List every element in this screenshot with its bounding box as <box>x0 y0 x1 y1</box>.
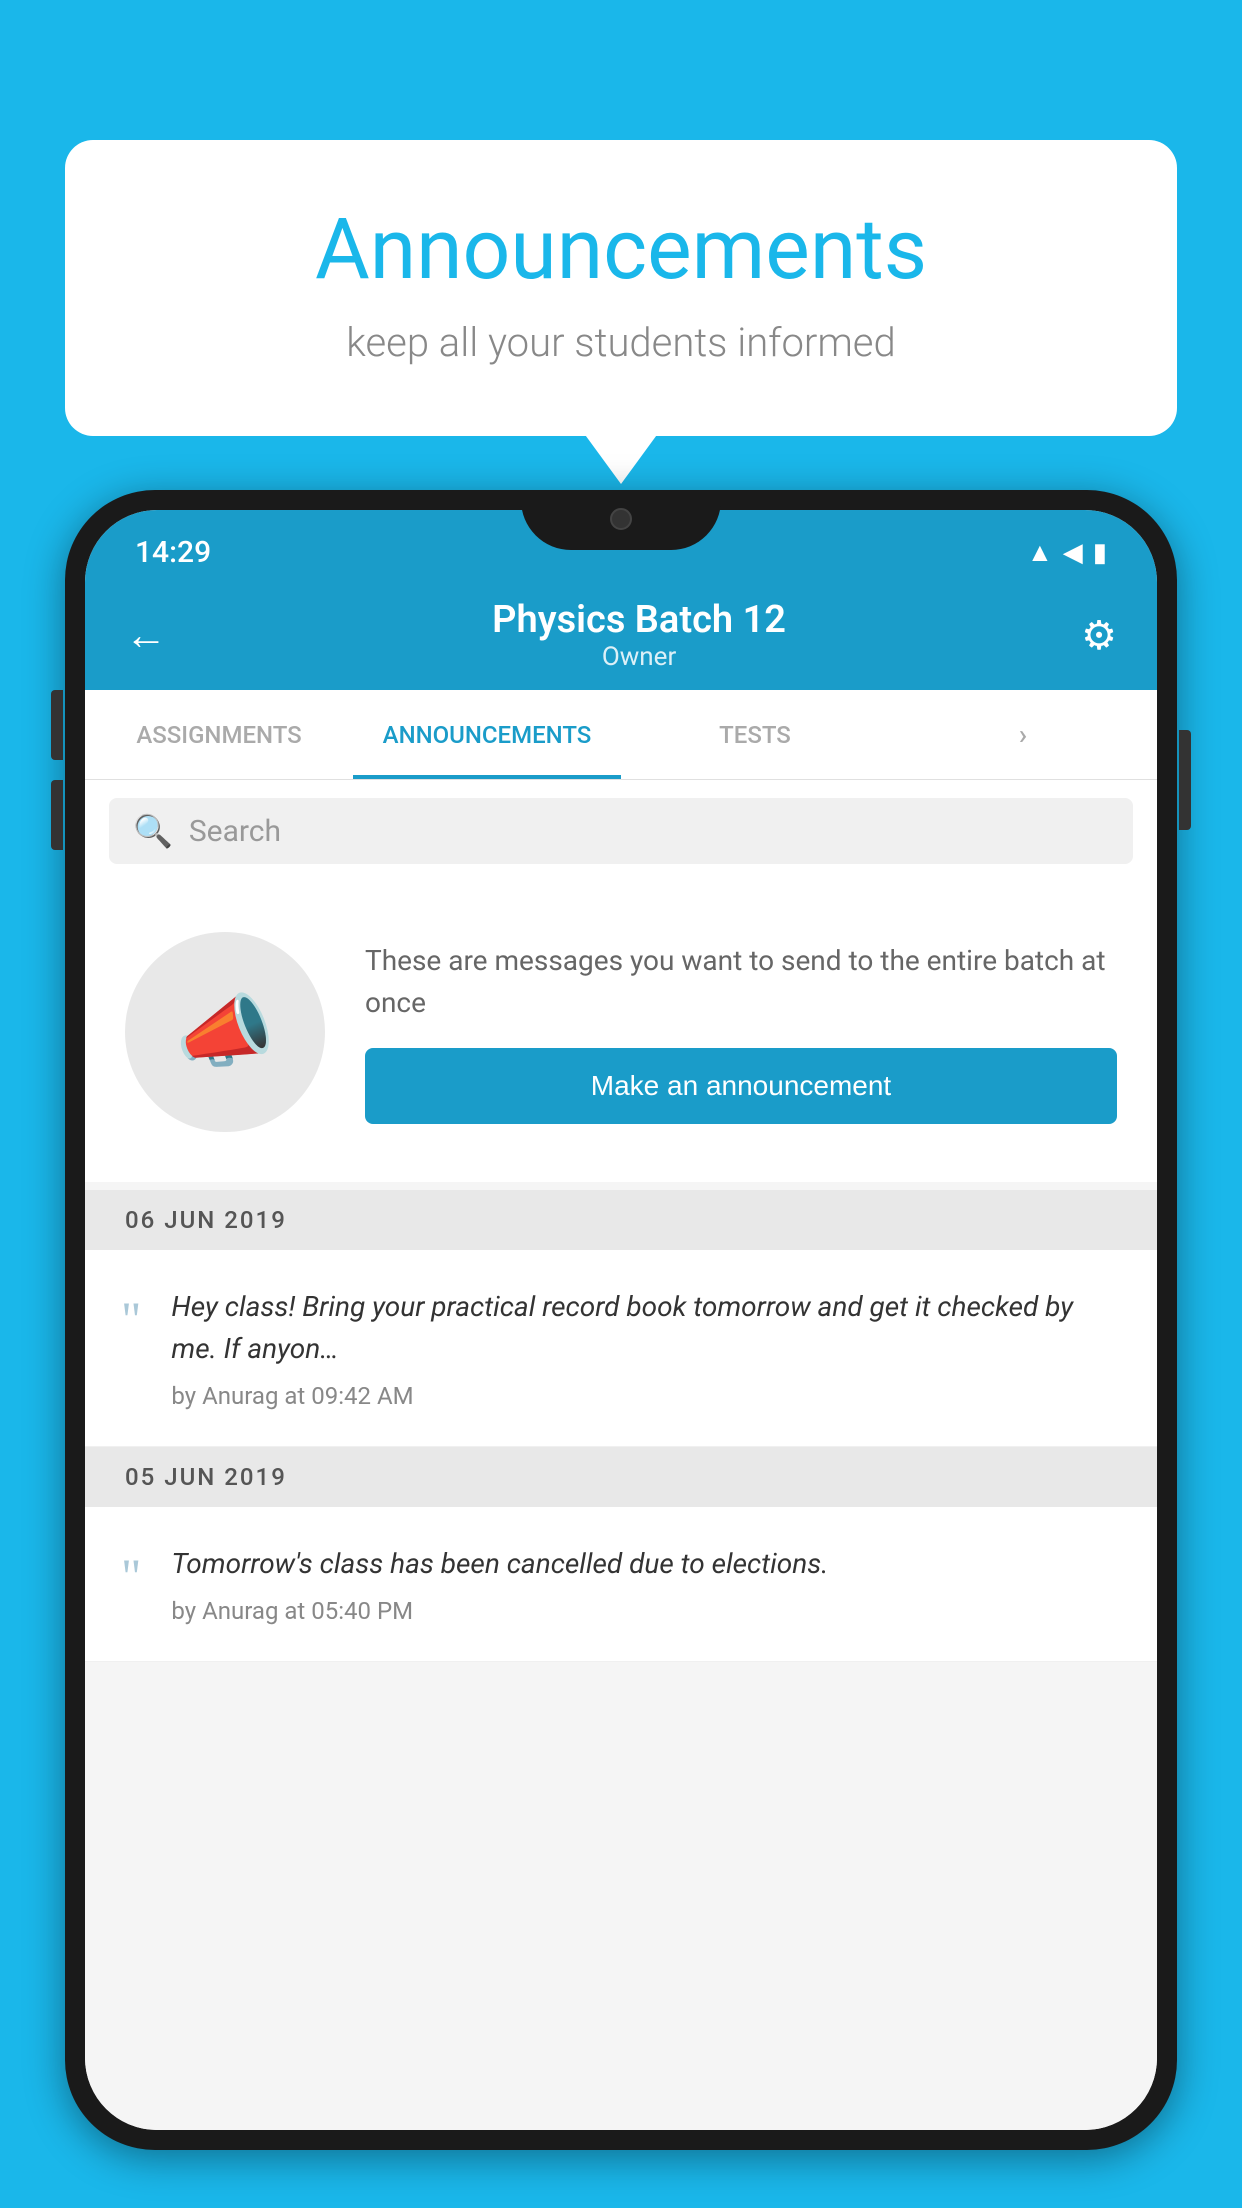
back-button[interactable]: ← <box>125 611 167 660</box>
status-icons: ▲ ◀ ▮ <box>1027 537 1107 568</box>
status-time: 14:29 <box>135 535 211 570</box>
speech-bubble-subtitle: keep all your students informed <box>145 319 1097 366</box>
battery-icon: ▮ <box>1093 538 1107 568</box>
volume-down-button <box>51 780 63 850</box>
settings-icon[interactable]: ⚙ <box>1081 612 1117 659</box>
make-announcement-button[interactable]: Make an announcement <box>365 1048 1117 1124</box>
announcement-item-1-content: Hey class! Bring your practical record b… <box>171 1286 1117 1410</box>
empty-state-content: These are messages you want to send to t… <box>365 940 1117 1124</box>
empty-state: 📣 These are messages you want to send to… <box>85 882 1157 1182</box>
quote-icon-2: " <box>121 1551 141 1601</box>
search-box[interactable]: 🔍 Search <box>109 798 1133 864</box>
tab-tests[interactable]: TESTS <box>621 690 889 779</box>
speech-bubble-section: Announcements keep all your students inf… <box>65 140 1177 436</box>
tab-more[interactable]: › <box>889 690 1157 779</box>
app-bar-title: Physics Batch 12 <box>197 598 1081 642</box>
empty-state-description: These are messages you want to send to t… <box>365 940 1117 1024</box>
phone-screen: 14:29 ▲ ◀ ▮ ← Physics Batch 12 Owner ⚙ <box>85 510 1157 2130</box>
app-bar-title-area: Physics Batch 12 Owner <box>197 598 1081 672</box>
search-icon: 🔍 <box>133 812 173 850</box>
announcement-item-2-content: Tomorrow's class has been cancelled due … <box>171 1543 828 1625</box>
announcement-item-1-meta: by Anurag at 09:42 AM <box>171 1382 1117 1410</box>
signal-icon: ◀ <box>1063 538 1083 568</box>
search-placeholder[interactable]: Search <box>189 814 281 849</box>
announcement-item-1-text: Hey class! Bring your practical record b… <box>171 1286 1117 1370</box>
announcement-item-2-meta: by Anurag at 05:40 PM <box>171 1597 828 1625</box>
phone-notch <box>521 490 721 550</box>
tab-assignments[interactable]: ASSIGNMENTS <box>85 690 353 779</box>
volume-up-button <box>51 690 63 760</box>
speech-bubble-title: Announcements <box>145 200 1097 299</box>
search-container: 🔍 Search <box>85 780 1157 882</box>
announcement-item-2-text: Tomorrow's class has been cancelled due … <box>171 1543 828 1585</box>
app-bar-subtitle: Owner <box>197 642 1081 672</box>
speech-bubble: Announcements keep all your students inf… <box>65 140 1177 436</box>
tab-announcements[interactable]: ANNOUNCEMENTS <box>353 690 621 779</box>
wifi-icon: ▲ <box>1027 537 1053 568</box>
date-separator-1: 06 JUN 2019 <box>85 1190 1157 1250</box>
announcement-item-2: " Tomorrow's class has been cancelled du… <box>85 1507 1157 1662</box>
quote-icon-1: " <box>121 1294 141 1344</box>
content-area: 🔍 Search 📣 These are messages you want t… <box>85 780 1157 2130</box>
power-button <box>1179 730 1191 830</box>
phone-camera <box>610 508 632 530</box>
app-bar: ← Physics Batch 12 Owner ⚙ <box>85 580 1157 690</box>
announcement-item-1: " Hey class! Bring your practical record… <box>85 1250 1157 1447</box>
megaphone-icon: 📣 <box>175 985 275 1079</box>
date-separator-2: 05 JUN 2019 <box>85 1447 1157 1507</box>
empty-icon-circle: 📣 <box>125 932 325 1132</box>
phone-outer: 14:29 ▲ ◀ ▮ ← Physics Batch 12 Owner ⚙ <box>65 490 1177 2150</box>
tabs-container: ASSIGNMENTS ANNOUNCEMENTS TESTS › <box>85 690 1157 780</box>
phone-container: 14:29 ▲ ◀ ▮ ← Physics Batch 12 Owner ⚙ <box>65 490 1177 2208</box>
